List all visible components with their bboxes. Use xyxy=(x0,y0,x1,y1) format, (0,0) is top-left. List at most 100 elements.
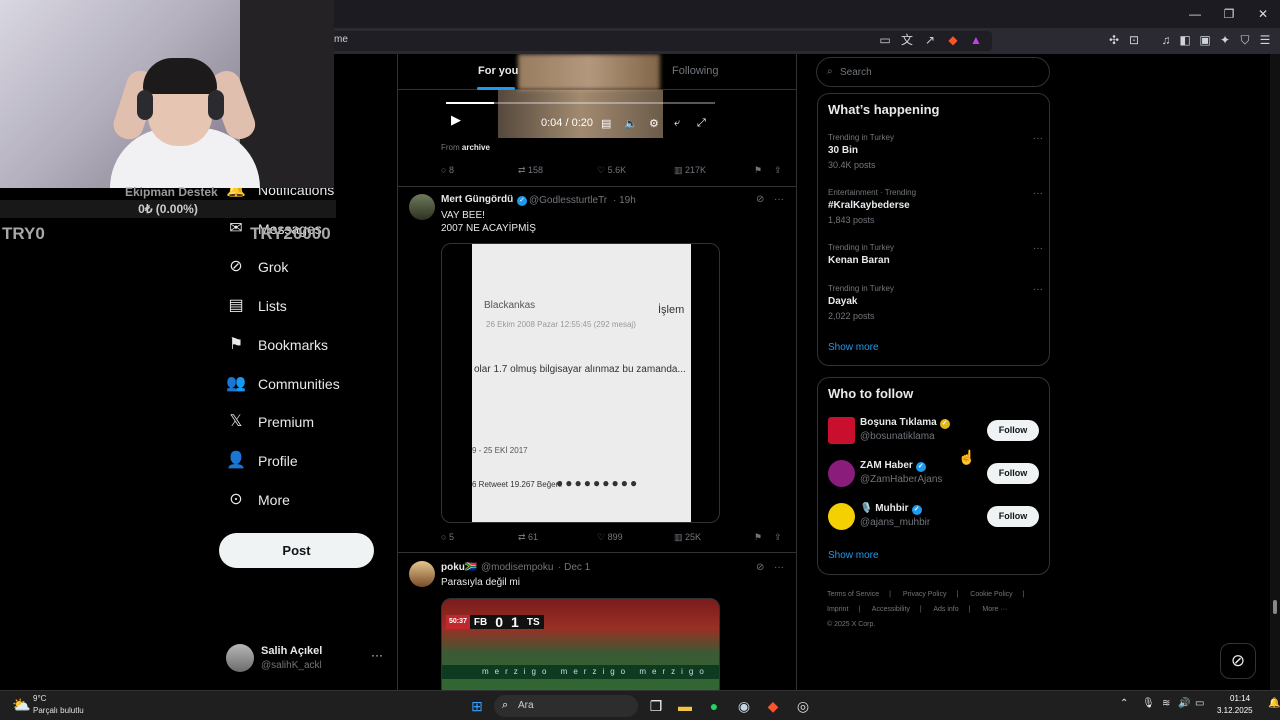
maximize-button[interactable]: ❐ xyxy=(1212,0,1246,28)
battery-icon[interactable]: ▭ xyxy=(1195,698,1204,709)
tweet-time[interactable]: · 19h xyxy=(613,195,636,206)
footer-link-terms[interactable]: Terms of Service xyxy=(827,591,879,598)
clock-time[interactable]: 01:14 xyxy=(1230,694,1250,703)
tweet-media[interactable]: Blackankas 26 Ekim 2008 Pazar 12:55:45 (… xyxy=(441,243,720,523)
footer-link-cookies[interactable]: Cookie Policy xyxy=(970,591,1012,598)
show-more-link[interactable]: Show more xyxy=(828,550,879,561)
like-button[interactable]: ♡ 899 xyxy=(597,532,623,543)
tab-following[interactable]: Following xyxy=(672,65,718,77)
video-progress-bar[interactable] xyxy=(446,102,715,104)
discord-icon[interactable]: ◎ xyxy=(793,696,813,716)
follow-suggestion[interactable]: ZAM Haber ✓ @ZamHaberAjans Follow xyxy=(818,453,1049,495)
steam-icon[interactable]: ◉ xyxy=(734,696,754,716)
start-icon[interactable]: ⊞ xyxy=(467,696,487,716)
footer-link-privacy[interactable]: Privacy Policy xyxy=(903,591,947,598)
chevron-up-icon[interactable]: ⌃ xyxy=(1120,698,1128,709)
vpn-icon[interactable]: ⛉ xyxy=(1236,31,1254,49)
leo-ai-icon[interactable]: ✦ xyxy=(1216,31,1234,49)
page-scrollbar[interactable] xyxy=(1270,54,1280,690)
brave-icon[interactable]: ◆ xyxy=(763,696,783,716)
settings-icon[interactable]: ⚙ xyxy=(649,117,659,130)
reply-button[interactable]: ○ 5 xyxy=(441,532,454,542)
translate-icon[interactable]: 文 xyxy=(898,31,916,49)
wallet-icon[interactable]: ▣ xyxy=(1196,31,1214,49)
follow-button[interactable]: Follow xyxy=(987,506,1039,527)
volume-icon[interactable]: 🔈 xyxy=(624,117,638,130)
extensions-icon[interactable]: ✣ xyxy=(1105,31,1123,49)
avatar[interactable] xyxy=(409,561,435,587)
nav-more[interactable]: ⊙ More xyxy=(226,486,290,514)
more-icon[interactable]: ··· xyxy=(774,562,784,573)
like-button[interactable]: ♡ 5.6K xyxy=(597,165,626,176)
nav-profile[interactable]: 👤 Profile xyxy=(226,447,298,475)
nav-lists[interactable]: ▤ Lists xyxy=(226,292,286,320)
clock-date[interactable]: 3.12.2025 xyxy=(1217,706,1253,715)
trend-item[interactable]: Entertainment · Trending #KralKaybederse… xyxy=(828,188,1043,236)
play-icon[interactable]: ▶ xyxy=(451,112,461,128)
footer-link-ads[interactable]: Ads info xyxy=(933,606,958,613)
grok-explain-icon[interactable]: ⊘ xyxy=(756,562,764,573)
nav-bookmarks[interactable]: ⚑ Bookmarks xyxy=(226,331,328,359)
tweet-time[interactable]: · Dec 1 xyxy=(558,562,590,573)
taskbar-search[interactable]: ⌕ Ara xyxy=(494,695,638,717)
spotify-icon[interactable]: ● xyxy=(704,696,724,716)
tweet-author-name[interactable]: poku🇿🇦 xyxy=(441,562,477,573)
trend-item[interactable]: Trending in Turkey Dayak 2,022 posts ··· xyxy=(828,284,1043,332)
follow-suggestion[interactable]: Boşuna Tıklama ✓ @bosunatiklama Follow xyxy=(818,410,1049,452)
close-button[interactable]: ✕ xyxy=(1246,0,1280,28)
more-icon[interactable]: ··· xyxy=(1033,243,1043,254)
grok-floating-button[interactable]: ⊘ xyxy=(1220,643,1256,679)
minimize-button[interactable]: — xyxy=(1178,0,1212,28)
show-more-link[interactable]: Show more xyxy=(828,342,879,353)
tweet-author-name[interactable]: Mert Güngördü xyxy=(441,194,513,205)
brave-shield-icon[interactable]: ◆ xyxy=(944,31,962,49)
video-player[interactable]: ▶ 0:04 / 0:20 ▤ 🔈 ⚙ ⤶ ⤢ xyxy=(441,90,720,138)
screenshot-icon[interactable]: ⊡ xyxy=(1125,31,1143,49)
views-button[interactable]: ▥ 217K xyxy=(674,165,706,176)
menu-icon[interactable]: ☰ xyxy=(1256,31,1274,49)
notification-icon[interactable]: 🔔 xyxy=(1268,698,1280,709)
sidebar-icon[interactable]: ◧ xyxy=(1176,31,1194,49)
account-switcher[interactable]: Salih Açıkel @salihK_ackl ··· xyxy=(226,642,386,676)
from-source[interactable]: archive xyxy=(462,143,490,152)
microphone-icon[interactable]: 🎙 xyxy=(1142,698,1155,709)
captions-icon[interactable]: ▤ xyxy=(601,117,611,130)
avatar[interactable] xyxy=(409,194,435,220)
scrollbar-thumb[interactable] xyxy=(1273,600,1277,614)
weather-icon[interactable]: ⛅ xyxy=(12,696,31,714)
share-icon[interactable]: ⇪ xyxy=(774,165,782,176)
speaker-icon[interactable]: 🔊 xyxy=(1178,698,1190,709)
more-icon[interactable]: ··· xyxy=(774,194,784,205)
views-button[interactable]: ▥ 25K xyxy=(674,532,701,543)
file-explorer-icon[interactable]: ▬ xyxy=(675,696,695,716)
follow-button[interactable]: Follow xyxy=(987,420,1039,441)
tweet-handle[interactable]: @modisempoku xyxy=(481,562,553,573)
music-icon[interactable]: ♫ xyxy=(1157,31,1175,49)
repost-button[interactable]: ⇄ 61 xyxy=(518,532,538,543)
share-icon[interactable]: ⇪ xyxy=(774,532,782,543)
footer-link-imprint[interactable]: Imprint xyxy=(827,606,848,613)
post-button[interactable]: Post xyxy=(219,533,374,568)
follow-button[interactable]: Follow xyxy=(987,463,1039,484)
nav-grok[interactable]: ⊘ Grok xyxy=(226,253,288,281)
nav-communities[interactable]: 👥 Communities xyxy=(226,370,340,398)
rewards-icon[interactable]: ▲ xyxy=(967,31,985,49)
nav-premium[interactable]: 𝕏 Premium xyxy=(226,408,314,436)
bookmark-icon[interactable]: ⚑ xyxy=(754,532,762,543)
footer-link-accessibility[interactable]: Accessibility xyxy=(872,606,910,613)
fullscreen-icon[interactable]: ⤢ xyxy=(697,117,706,130)
reply-button[interactable]: ○ 8 xyxy=(441,165,454,175)
follow-suggestion[interactable]: 🎙️ Muhbir ✓ @ajans_muhbir Follow xyxy=(818,496,1049,538)
share-icon[interactable]: ↗ xyxy=(921,31,939,49)
more-icon[interactable]: ··· xyxy=(1033,188,1043,199)
more-icon[interactable]: ··· xyxy=(1033,133,1043,144)
tab-for-you[interactable]: For you xyxy=(478,65,518,77)
bookmark-icon[interactable]: ⚑ xyxy=(754,165,762,176)
repost-button[interactable]: ⇄ 158 xyxy=(518,165,543,176)
tweet-handle[interactable]: @GodlessturtleTr xyxy=(529,195,607,206)
footer-link-more[interactable]: More ··· xyxy=(982,606,1007,613)
trend-item[interactable]: Trending in Turkey 30 Bin 30.4K posts ··… xyxy=(828,133,1043,181)
wifi-icon[interactable]: ≋ xyxy=(1162,698,1170,709)
more-icon[interactable]: ··· xyxy=(1033,284,1043,295)
tweet-media[interactable]: 50:37 FB 0 1 TS merzigo merzigo merzigo xyxy=(441,598,720,690)
